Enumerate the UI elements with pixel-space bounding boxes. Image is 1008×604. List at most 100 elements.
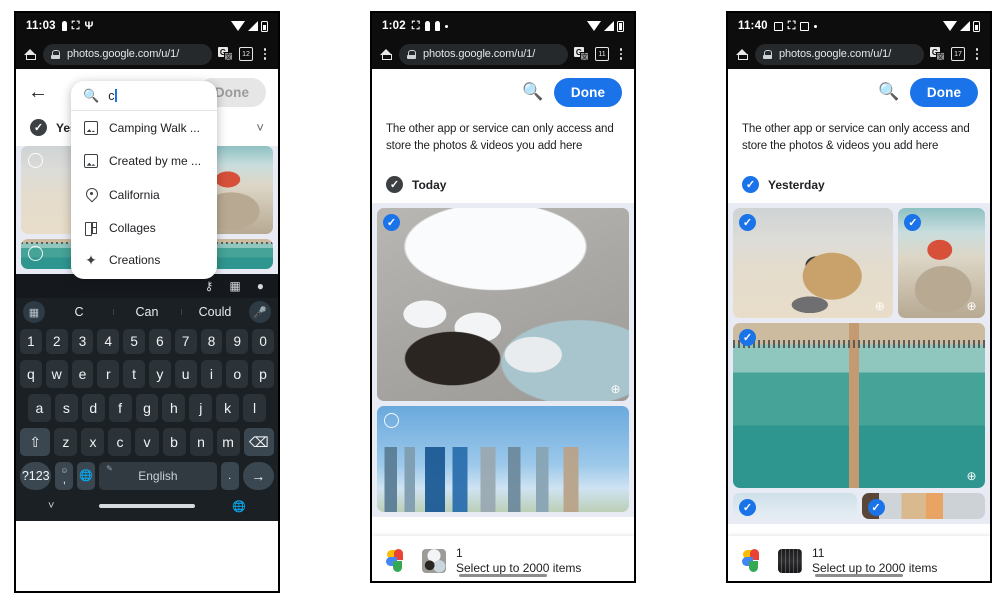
done-button[interactable]: Done — [910, 77, 978, 107]
section-header-yesterday[interactable]: ✓ Yesterday — [728, 168, 990, 204]
photo-aerial-pier[interactable]: ✓ ⊕ — [733, 323, 985, 489]
suggestion-item[interactable]: California — [71, 178, 217, 212]
keyboard-suggestion[interactable]: C — [45, 305, 113, 319]
key-h[interactable]: h — [162, 394, 186, 422]
suggestion-item[interactable]: Collages — [71, 212, 217, 246]
tab-count-icon[interactable]: 12 — [239, 47, 253, 61]
selection-check-icon[interactable]: ✓ — [739, 214, 756, 232]
tab-count-icon[interactable]: 11 — [595, 47, 609, 61]
key-i[interactable]: i — [200, 360, 223, 388]
key-6[interactable]: 6 — [148, 329, 171, 354]
space-key[interactable]: ✎ English — [99, 462, 217, 490]
suggestion-item[interactable]: ✦ Creations — [71, 245, 217, 279]
zoom-in-icon[interactable]: ⊕ — [873, 299, 886, 313]
permissions-icon[interactable] — [407, 49, 418, 60]
zoom-in-icon[interactable]: ⊕ — [609, 382, 622, 396]
permissions-icon[interactable] — [763, 49, 774, 60]
key-b[interactable]: b — [162, 428, 186, 456]
home-icon[interactable] — [379, 47, 393, 61]
key-c[interactable]: c — [108, 428, 132, 456]
suggestion-item[interactable]: Created by me ... — [71, 145, 217, 179]
key-e[interactable]: e — [71, 360, 94, 388]
card-icon[interactable]: ▦ — [229, 279, 240, 293]
section-header-today[interactable]: ✓ Today — [372, 168, 634, 204]
section-check-icon[interactable]: ✓ — [30, 119, 47, 136]
key-s[interactable]: s — [54, 394, 78, 422]
key-v[interactable]: v — [135, 428, 159, 456]
ime-globe-icon[interactable]: 🌐 — [232, 500, 246, 513]
done-button[interactable]: Done — [554, 77, 622, 107]
shift-icon[interactable]: ⇧ — [20, 428, 51, 456]
key-z[interactable]: z — [54, 428, 78, 456]
key-8[interactable]: 8 — [200, 329, 223, 354]
selection-check-icon[interactable]: ✓ — [739, 499, 756, 517]
key-g[interactable]: g — [135, 394, 159, 422]
translate-icon[interactable]: G文 — [218, 47, 233, 61]
translate-icon[interactable]: G文 — [930, 47, 945, 61]
keyboard-suggestion[interactable]: Can — [113, 305, 181, 319]
key-7[interactable]: 7 — [174, 329, 197, 354]
url-bar[interactable]: photos.google.com/u/1/ — [399, 43, 568, 65]
key-x[interactable]: x — [81, 428, 105, 456]
zoom-in-icon[interactable]: ⊕ — [965, 469, 978, 483]
url-bar[interactable]: photos.google.com/u/1/ — [43, 43, 212, 65]
key-u[interactable]: u — [174, 360, 197, 388]
kebab-menu-icon[interactable] — [615, 48, 627, 60]
key-5[interactable]: 5 — [123, 329, 145, 354]
key-l[interactable]: l — [243, 394, 267, 422]
key-m[interactable]: m — [216, 428, 240, 456]
collapse-keyboard-icon[interactable]: ˅ — [48, 500, 54, 512]
period-key[interactable]: . — [220, 462, 239, 490]
key-1[interactable]: 1 — [20, 329, 42, 354]
permissions-icon[interactable] — [51, 49, 62, 60]
key-3[interactable]: 3 — [71, 329, 94, 354]
key-j[interactable]: j — [189, 394, 213, 422]
key-n[interactable]: n — [189, 428, 213, 456]
key-k[interactable]: k — [216, 394, 240, 422]
photo-beach-rocks[interactable]: ✓ ⊕ — [898, 208, 985, 319]
key-0[interactable]: 0 — [252, 329, 274, 354]
key-d[interactable]: d — [81, 394, 105, 422]
home-icon[interactable] — [735, 47, 749, 61]
gesture-home-bar[interactable] — [815, 573, 903, 577]
section-check-icon[interactable]: ✓ — [386, 176, 403, 194]
photo-korean-food[interactable]: ✓ ⊕ — [377, 208, 629, 402]
key-f[interactable]: f — [108, 394, 132, 422]
keyboard-suggestion[interactable]: Could — [181, 305, 249, 319]
chevron-down-icon[interactable]: ˅ — [256, 120, 264, 135]
search-input-row[interactable]: 🔍 c — [71, 81, 217, 111]
photo-beach-bag[interactable]: ✓ ⊕ — [733, 208, 894, 319]
zoom-in-icon[interactable]: ⊕ — [965, 299, 978, 313]
location-icon[interactable]: ● — [257, 279, 264, 293]
home-icon[interactable] — [23, 47, 37, 61]
search-input[interactable]: c — [108, 88, 117, 103]
translate-icon[interactable]: G文 — [574, 47, 589, 61]
symbols-key[interactable]: ?123 — [20, 462, 52, 490]
suggestion-item[interactable]: Camping Walk ... — [71, 111, 217, 145]
key-t[interactable]: t — [123, 360, 145, 388]
key-icon[interactable]: ⚷ — [205, 279, 214, 293]
key-a[interactable]: a — [28, 394, 51, 422]
key-w[interactable]: w — [45, 360, 68, 388]
selection-check-icon[interactable]: ✓ — [383, 214, 400, 232]
backspace-icon[interactable]: ⌫ — [243, 428, 274, 456]
key-2[interactable]: 2 — [45, 329, 68, 354]
clipboard-grid-icon[interactable]: ▦ — [23, 301, 45, 323]
selection-circle-icon[interactable] — [28, 153, 43, 168]
back-arrow-icon[interactable]: ← — [28, 81, 50, 104]
search-icon[interactable]: 🔍 — [522, 81, 544, 103]
key-p[interactable]: p — [252, 360, 274, 388]
gesture-home-bar[interactable] — [99, 504, 195, 508]
key-9[interactable]: 9 — [226, 329, 249, 354]
key-r[interactable]: r — [97, 360, 120, 388]
section-check-icon[interactable]: ✓ — [742, 176, 759, 194]
key-4[interactable]: 4 — [97, 329, 120, 354]
language-globe-icon[interactable]: 🌐 — [77, 462, 96, 490]
tab-count-icon[interactable]: 17 — [951, 47, 965, 61]
photo-strip-food[interactable]: ✓ — [861, 493, 985, 520]
photo-strip-sky[interactable]: ✓ — [733, 493, 857, 520]
gesture-home-bar[interactable] — [459, 573, 547, 577]
photo-city-skyline[interactable] — [377, 406, 629, 513]
selection-check-icon[interactable]: ✓ — [739, 329, 756, 347]
enter-arrow-icon[interactable]: → — [242, 462, 275, 490]
